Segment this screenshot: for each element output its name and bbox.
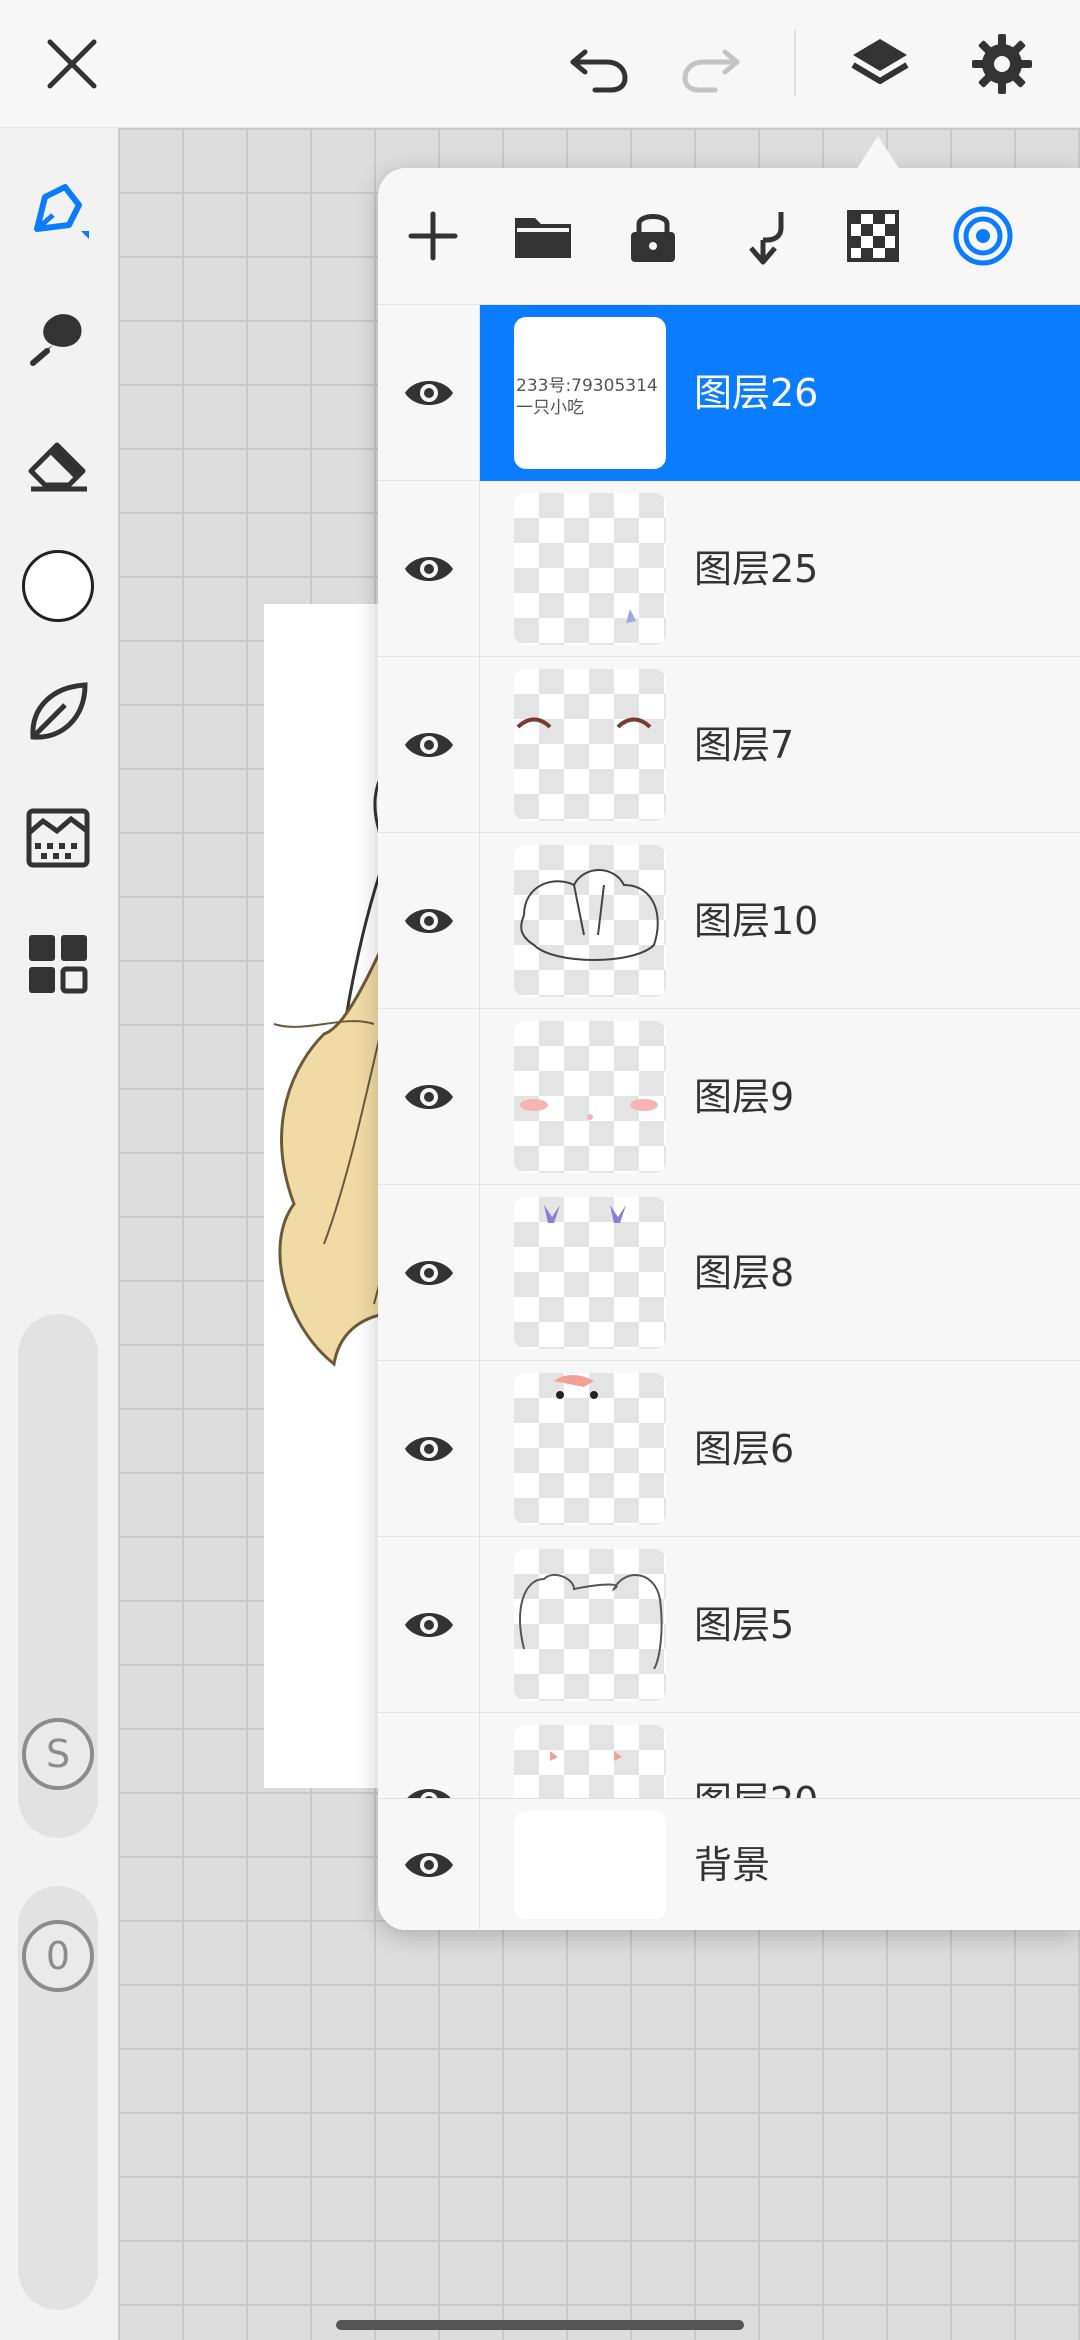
- layer-row[interactable]: 图层5: [378, 1537, 1080, 1713]
- opacity-label: 0: [45, 1934, 71, 1978]
- eye-icon[interactable]: [378, 1185, 480, 1361]
- leaf-icon[interactable]: [18, 672, 98, 752]
- eye-icon[interactable]: [378, 1361, 480, 1537]
- layer-row[interactable]: 图层10: [378, 833, 1080, 1009]
- layer-body[interactable]: 图层20: [480, 1713, 1080, 1798]
- tool-sidebar: S 0: [0, 128, 118, 2340]
- eye-icon[interactable]: [378, 657, 480, 833]
- filter-icon[interactable]: [18, 798, 98, 878]
- eye-icon[interactable]: [378, 1009, 480, 1185]
- layer-body[interactable]: 图层9: [480, 1009, 1080, 1185]
- layer-row[interactable]: 图层25: [378, 481, 1080, 657]
- eye-icon[interactable]: [378, 833, 480, 1009]
- layer-thumbnail: [514, 1725, 666, 1798]
- layers-icon[interactable]: [840, 24, 920, 104]
- eye-icon[interactable]: [378, 1537, 480, 1713]
- eye-icon[interactable]: [378, 1799, 480, 1930]
- smudge-icon[interactable]: [18, 296, 98, 376]
- pen-icon[interactable]: [18, 170, 98, 250]
- eye-icon[interactable]: [378, 1713, 480, 1798]
- grid-icon[interactable]: [18, 924, 98, 1004]
- layer-row[interactable]: 233号:79305314 一只小吃 图层26: [378, 305, 1080, 481]
- eye-icon[interactable]: [378, 305, 480, 481]
- brush-size-slider[interactable]: S: [18, 1314, 98, 1838]
- background-layer-name: 背景: [694, 1843, 771, 1887]
- size-label: S: [45, 1732, 71, 1776]
- background-thumbnail: [514, 1811, 666, 1919]
- layer-name: 图层8: [694, 1251, 795, 1295]
- layer-thumbnail: [514, 845, 666, 997]
- layer-row[interactable]: 图层6: [378, 1361, 1080, 1537]
- lock-icon[interactable]: [598, 181, 708, 291]
- size-knob[interactable]: S: [22, 1718, 94, 1790]
- layer-panel-toolbar: [378, 168, 1080, 304]
- layer-name: 图层20: [694, 1713, 818, 1798]
- thumbnail-text: 233号:79305314 一只小吃: [516, 376, 658, 418]
- layer-body[interactable]: 图层25: [480, 481, 1080, 657]
- layer-thumbnail: [514, 669, 666, 821]
- home-indicator[interactable]: [336, 2320, 744, 2330]
- layer-body[interactable]: 图层6: [480, 1361, 1080, 1537]
- layer-name: 图层25: [694, 547, 819, 591]
- layer-name: 图层9: [694, 1075, 795, 1119]
- layer-name: 图层6: [694, 1427, 795, 1471]
- panel-caret: [856, 136, 900, 170]
- eye-icon[interactable]: [378, 481, 480, 657]
- toolbar-divider: [794, 30, 796, 96]
- layer-body[interactable]: 图层7: [480, 657, 1080, 833]
- layer-body[interactable]: 图层8: [480, 1185, 1080, 1361]
- redo-icon[interactable]: [670, 24, 750, 104]
- opacity-slider[interactable]: 0: [18, 1886, 98, 2310]
- layer-name: 图层26: [694, 371, 819, 415]
- background-layer-row[interactable]: 背景: [378, 1798, 1080, 1930]
- layer-thumbnail: 233号:79305314 一只小吃: [514, 317, 666, 469]
- merge-down-icon[interactable]: [708, 181, 818, 291]
- layer-panel: 233号:79305314 一只小吃 图层26 图层25 图层7 图层10 图层…: [378, 168, 1080, 1930]
- layer-name: 图层10: [694, 899, 819, 943]
- undo-icon[interactable]: [560, 24, 640, 104]
- opacity-knob[interactable]: 0: [22, 1920, 94, 1992]
- transparency-icon[interactable]: [818, 181, 928, 291]
- layer-row[interactable]: 图层9: [378, 1009, 1080, 1185]
- layer-thumbnail: [514, 1197, 666, 1349]
- layer-thumbnail: [514, 1373, 666, 1525]
- target-icon[interactable]: [928, 181, 1038, 291]
- layer-thumbnail: [514, 1021, 666, 1173]
- eraser-icon[interactable]: [18, 422, 98, 502]
- layer-row[interactable]: 图层7: [378, 657, 1080, 833]
- add-icon[interactable]: [378, 181, 488, 291]
- folder-icon[interactable]: [488, 181, 598, 291]
- layer-body[interactable]: 233号:79305314 一只小吃 图层26: [480, 305, 1080, 481]
- layer-body[interactable]: 图层10: [480, 833, 1080, 1009]
- current-color: [22, 550, 94, 622]
- layer-body[interactable]: 图层5: [480, 1537, 1080, 1713]
- layer-thumbnail: [514, 1549, 666, 1701]
- close-icon[interactable]: [32, 24, 112, 104]
- gear-icon[interactable]: [962, 24, 1042, 104]
- layer-name: 图层5: [694, 1603, 795, 1647]
- layer-name: 图层7: [694, 723, 795, 767]
- layer-thumbnail: [514, 493, 666, 645]
- top-toolbar: [0, 0, 1080, 128]
- color-swatch[interactable]: [18, 546, 98, 626]
- layer-list[interactable]: 233号:79305314 一只小吃 图层26 图层25 图层7 图层10 图层…: [378, 304, 1080, 1798]
- layer-row[interactable]: 图层20: [378, 1713, 1080, 1798]
- layer-row[interactable]: 图层8: [378, 1185, 1080, 1361]
